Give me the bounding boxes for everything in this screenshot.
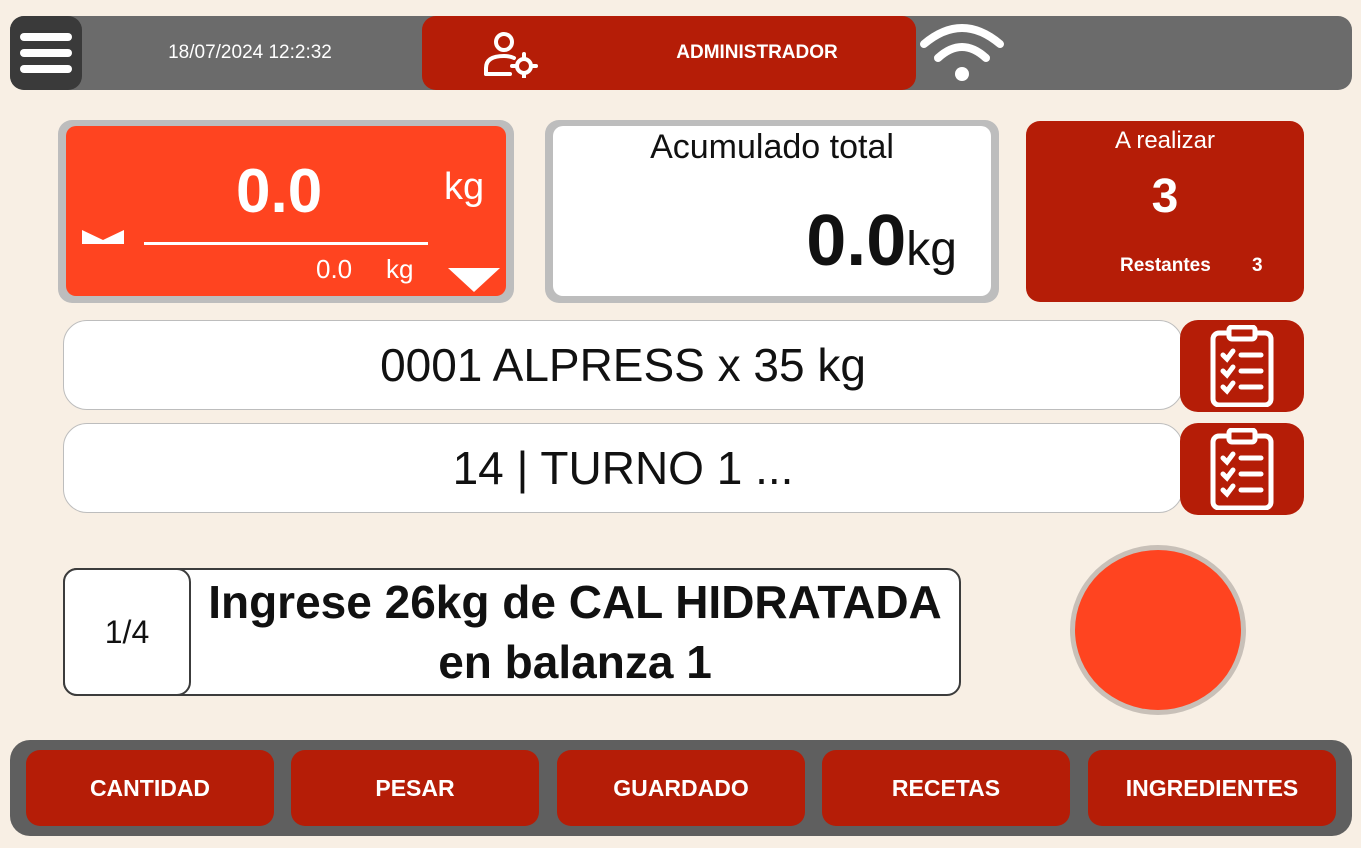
weight-unit: kg xyxy=(444,166,485,208)
weight-sub-value: 0.0 xyxy=(316,254,353,284)
weight-card[interactable]: 0.0 kg 0.0 kg xyxy=(66,126,506,296)
clipboard-list-icon xyxy=(1210,325,1274,407)
status-indicator[interactable] xyxy=(1070,545,1246,715)
accumulated-value: 0.0 xyxy=(806,201,907,281)
recipe-list-button[interactable] xyxy=(1180,320,1304,412)
pesar-button[interactable]: PESAR xyxy=(291,750,539,826)
clipboard-list-icon xyxy=(1210,428,1274,510)
step-counter: 1/4 xyxy=(63,568,191,696)
recipe-row[interactable]: 0001 ALPRESS x 35 kg xyxy=(63,320,1183,410)
scale-icon xyxy=(82,230,124,244)
guardado-button[interactable]: GUARDADO xyxy=(557,750,805,826)
menu-button[interactable] xyxy=(10,16,82,90)
pending-card: A realizar 3 Restantes 3 xyxy=(1026,121,1304,302)
accumulated-unit: kg xyxy=(906,223,957,276)
remaining-label: Restantes xyxy=(1120,255,1211,276)
ingredientes-button[interactable]: INGREDIENTES xyxy=(1088,750,1336,826)
user-settings-icon xyxy=(484,32,538,78)
accumulated-card: Acumulado total 0.0 kg xyxy=(553,126,991,296)
accumulated-value-group: 0.0 kg xyxy=(806,200,957,282)
wifi-icon xyxy=(920,24,1004,81)
caret-down-icon[interactable] xyxy=(446,266,502,294)
menu-icon xyxy=(20,33,72,41)
instruction-line-2: en balanza 1 xyxy=(438,636,712,688)
cantidad-button[interactable]: CANTIDAD xyxy=(26,750,274,826)
weight-sub-unit: kg xyxy=(386,254,414,284)
recetas-button[interactable]: RECETAS xyxy=(822,750,1070,826)
pending-title: A realizar xyxy=(1114,127,1216,154)
pending-count: 3 xyxy=(1151,170,1179,223)
remaining-count: 3 xyxy=(1252,255,1263,276)
user-role-button[interactable]: ADMINISTRADOR xyxy=(422,16,916,90)
instruction-line-1: Ingrese 26kg de CAL HIDRATADA xyxy=(208,576,942,628)
shift-list-button[interactable] xyxy=(1180,423,1304,515)
weight-value: 0.0 xyxy=(236,157,323,226)
weight-divider xyxy=(144,242,428,245)
shift-row[interactable]: 14 | TURNO 1 ... xyxy=(63,423,1183,513)
accumulated-title: Acumulado total xyxy=(650,128,894,166)
instruction-text: Ingrese 26kg de CAL HIDRATADA en balanza… xyxy=(190,572,960,692)
user-role-label: ADMINISTRADOR xyxy=(676,42,838,63)
datetime-label: 18/07/2024 12:2:32 xyxy=(168,42,332,63)
